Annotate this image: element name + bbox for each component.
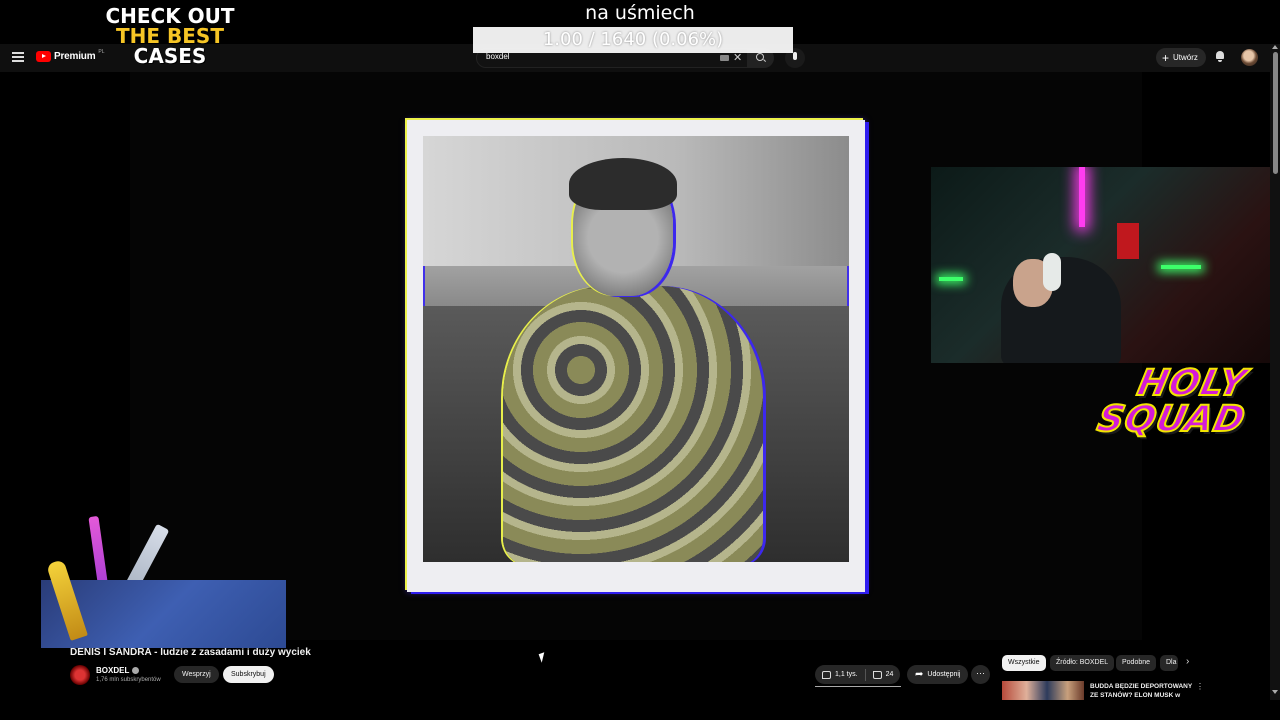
video-frame-polaroid [407, 120, 865, 592]
channel-name[interactable]: BOXDEL [96, 666, 140, 675]
recommended-more-icon[interactable]: ⋮ [1196, 682, 1204, 691]
scroll-down-arrow-icon[interactable] [1272, 690, 1278, 694]
scroll-thumb[interactable] [1273, 52, 1278, 174]
support-button[interactable]: Wesprzyj [174, 666, 219, 683]
overlay-counter: 1.00 / 1640 (0.06%) [473, 27, 793, 53]
scroll-up-arrow-icon[interactable] [1272, 45, 1278, 49]
chip-similar[interactable]: Podobne [1116, 655, 1157, 671]
promo-line-3: CASES [133, 44, 207, 68]
recommended-video-thumbnail[interactable] [1002, 681, 1084, 700]
share-label: Udostępnij [927, 671, 961, 678]
mouse-cursor-icon [538, 652, 548, 663]
overlay-song-title: na uśmiech [585, 2, 695, 24]
plus-icon: + [1162, 50, 1170, 65]
logo-line-1: HOLY [1133, 362, 1252, 405]
dislike-count: 24 [885, 671, 894, 678]
create-button[interactable]: + Utwórz [1156, 48, 1206, 67]
like-count: 1,1 tys. [835, 671, 858, 678]
search-icon [756, 53, 764, 61]
chip-all[interactable]: Wszystkie [1002, 655, 1046, 671]
channel-avatar[interactable] [70, 665, 90, 685]
youtube-logo-icon [36, 51, 51, 62]
dislike-button[interactable]: 24 [866, 665, 901, 684]
search-input[interactable] [486, 52, 706, 61]
create-label: Utwórz [1173, 53, 1198, 62]
chip-source-boxdel[interactable]: Źródło: BOXDEL [1050, 655, 1115, 671]
like-button[interactable]: 1,1 tys. [815, 665, 865, 684]
chevron-right-icon[interactable]: › [1186, 656, 1189, 667]
avatar[interactable] [1241, 49, 1258, 66]
like-dislike-group: 1,1 tys. 24 [815, 665, 901, 684]
chip-for-you[interactable]: Dla [1160, 655, 1178, 671]
more-actions-button[interactable]: ··· [971, 665, 990, 684]
subscribe-button[interactable]: Subskrybuj [223, 666, 274, 683]
recommended-video-title[interactable]: BUDDA BĘDZIE DEPORTOWANY ZE STANÓW? ELON… [1090, 682, 1200, 700]
share-button[interactable]: ➦ Udostępnij [907, 665, 969, 684]
logo-text: Premium [54, 51, 96, 62]
verified-icon [132, 667, 140, 674]
video-title: DENIS I SANDRA - ludzie z zasadami i duż… [70, 647, 311, 658]
like-ratio-bar [815, 686, 901, 687]
channel-name-text[interactable]: BOXDEL [96, 666, 129, 675]
video-frame-photo [423, 136, 849, 562]
page-scrollbar[interactable] [1270, 44, 1280, 700]
keyboard-icon[interactable] [720, 55, 729, 61]
streamer-webcam [931, 167, 1280, 363]
share-icon: ➦ [915, 669, 924, 680]
logo-line-2: SQUAD [1093, 398, 1251, 441]
menu-icon[interactable] [12, 52, 24, 62]
promo-line-2: THE BEST [116, 24, 224, 48]
thumb-up-icon [822, 670, 831, 679]
thumb-down-icon [872, 670, 882, 679]
bell-icon[interactable] [1215, 51, 1225, 62]
holy-squad-logo: HOLY SQUAD [1090, 362, 1275, 456]
subscriber-count: 1,76 mln subskrybentów [96, 677, 161, 683]
youtube-logo[interactable]: Premium PL [36, 49, 105, 62]
